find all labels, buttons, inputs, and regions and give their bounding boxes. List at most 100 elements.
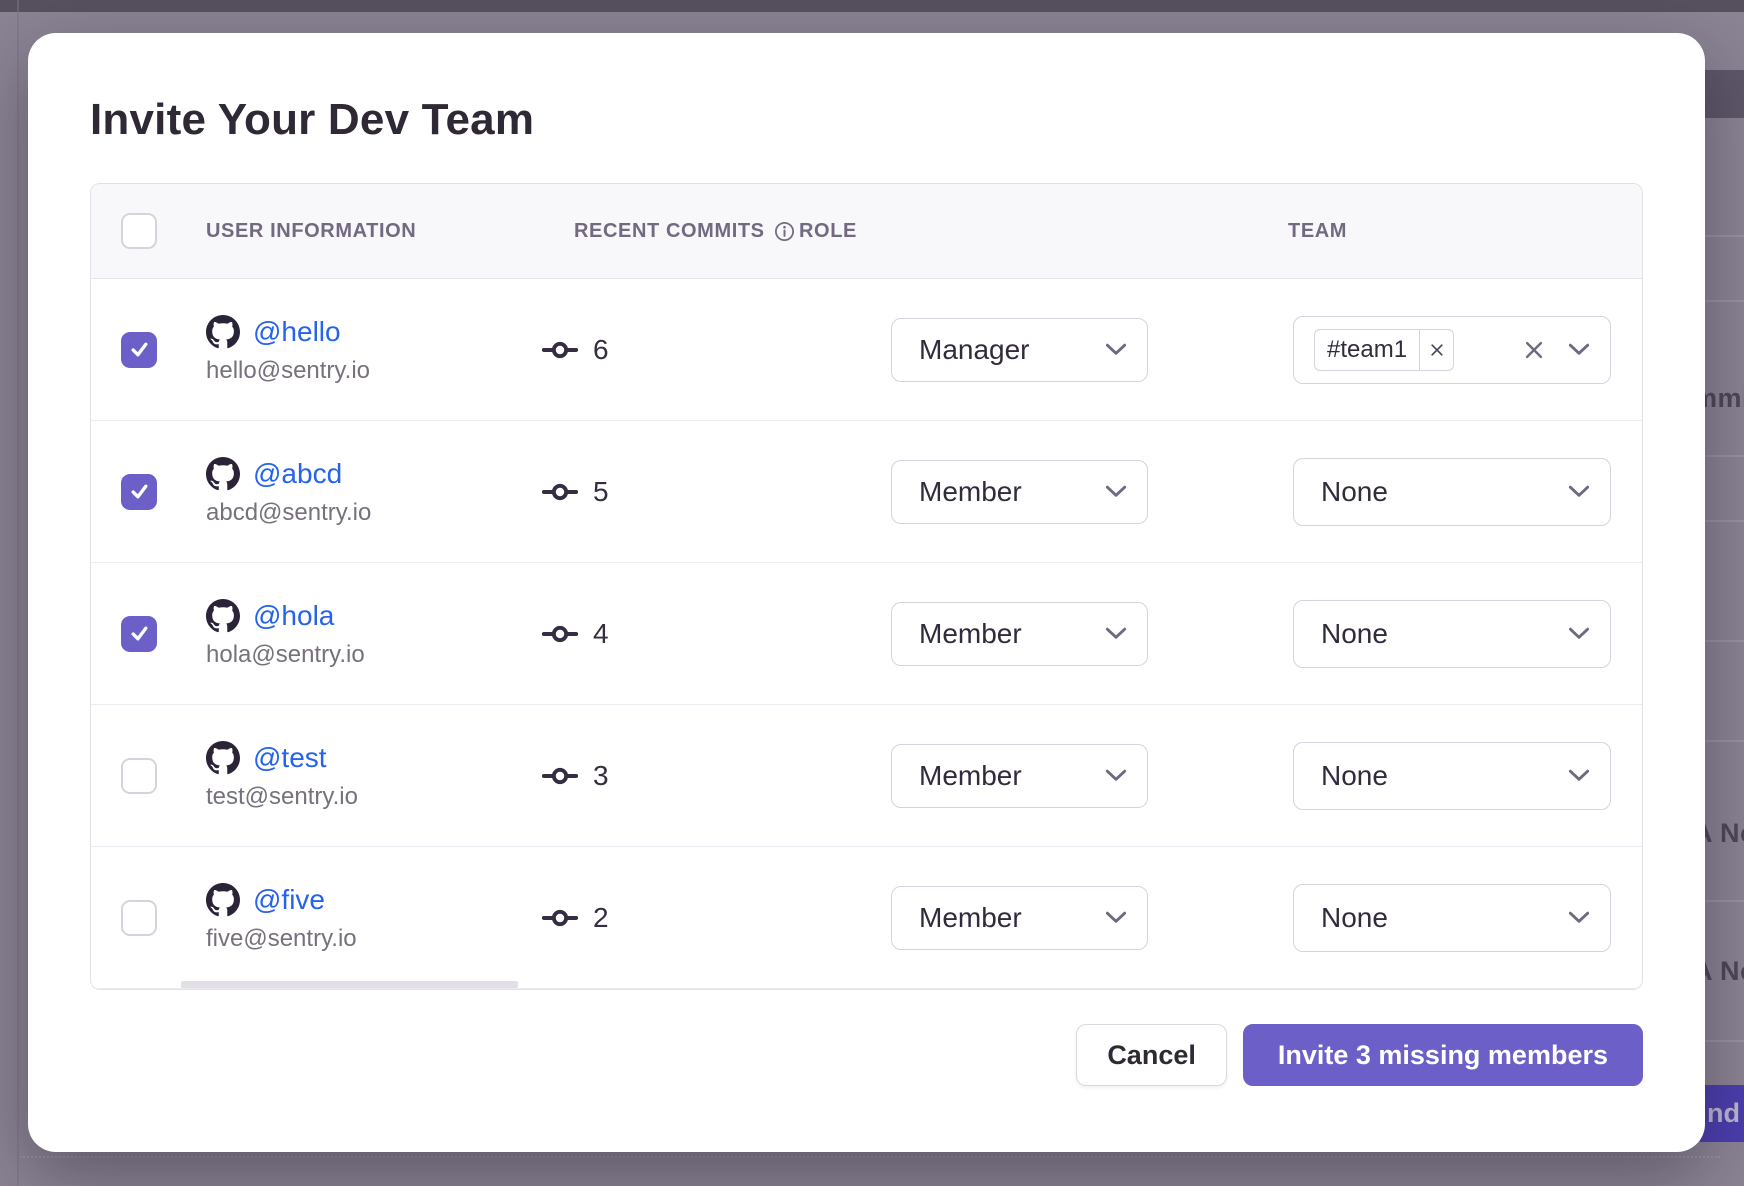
chevron-down-icon xyxy=(1568,769,1590,782)
github-username-link[interactable]: @five xyxy=(253,884,325,916)
column-header-user-information: USER INFORMATION xyxy=(206,220,574,243)
commit-count: 5 xyxy=(593,476,609,508)
github-icon xyxy=(206,599,240,633)
user-info-cell: @test test@sentry.io xyxy=(206,741,542,811)
table-row: @abcd abcd@sentry.io 5 Member None xyxy=(91,421,1642,563)
user-email: five@sentry.io xyxy=(206,925,542,953)
github-username-link[interactable]: @abcd xyxy=(253,458,342,490)
row-checkbox[interactable] xyxy=(121,758,157,794)
chevron-down-icon xyxy=(1105,627,1127,640)
table-row: @five five@sentry.io 2 Member None xyxy=(91,847,1642,989)
git-commit-icon xyxy=(542,474,578,510)
check-icon xyxy=(129,339,150,360)
screen: mmit A No A No nd Invite Your Dev Team U… xyxy=(0,0,1744,1186)
user-info-cell: @hola hola@sentry.io xyxy=(206,599,542,669)
cancel-button[interactable]: Cancel xyxy=(1076,1024,1227,1086)
column-header-recent-commits: RECENT COMMITS xyxy=(574,220,799,243)
close-icon xyxy=(1430,343,1444,357)
column-header-role: ROLE xyxy=(799,220,1288,243)
check-icon xyxy=(129,481,150,502)
chevron-down-icon xyxy=(1105,485,1127,498)
background-top-bar xyxy=(0,0,1744,12)
modal-footer: Cancel Invite 3 missing members xyxy=(90,1024,1643,1086)
modal-title: Invite Your Dev Team xyxy=(90,95,1643,145)
user-email: abcd@sentry.io xyxy=(206,499,542,527)
user-info-cell: @abcd abcd@sentry.io xyxy=(206,457,542,527)
commits-cell: 3 xyxy=(542,758,889,794)
table-header-row: USER INFORMATION RECENT COMMITS ROLE TEA… xyxy=(91,184,1642,279)
role-select[interactable]: Member xyxy=(891,744,1148,808)
table-row: @hola hola@sentry.io 4 Member None xyxy=(91,563,1642,705)
commits-cell: 4 xyxy=(542,616,889,652)
invite-members-button[interactable]: Invite 3 missing members xyxy=(1243,1024,1643,1086)
team-select[interactable]: None xyxy=(1293,742,1611,810)
row-checkbox[interactable] xyxy=(121,616,157,652)
team-tag-label: #team1 xyxy=(1315,336,1419,364)
role-select[interactable]: Member xyxy=(891,886,1148,950)
role-value: Member xyxy=(919,476,1022,508)
chevron-down-icon xyxy=(1568,343,1590,356)
user-info-cell: @hello hello@sentry.io xyxy=(206,315,542,385)
team-select[interactable]: None xyxy=(1293,884,1611,952)
user-info-cell: @five five@sentry.io xyxy=(206,883,542,953)
role-value: Member xyxy=(919,760,1022,792)
team-value: None xyxy=(1321,476,1388,508)
role-select[interactable]: Member xyxy=(891,460,1148,524)
clear-team-icon[interactable] xyxy=(1524,340,1544,360)
git-commit-icon xyxy=(542,758,578,794)
commit-count: 2 xyxy=(593,902,609,934)
info-icon[interactable] xyxy=(774,221,795,242)
user-email: hello@sentry.io xyxy=(206,357,542,385)
github-icon xyxy=(206,883,240,917)
commits-cell: 2 xyxy=(542,900,889,936)
chevron-down-icon xyxy=(1105,911,1127,924)
team-value: None xyxy=(1321,902,1388,934)
table-row: @hello hello@sentry.io 6 Manager xyxy=(91,279,1642,421)
team-select[interactable]: None xyxy=(1293,458,1611,526)
background-left-border xyxy=(17,0,19,1186)
commits-cell: 6 xyxy=(542,332,889,368)
column-header-label: RECENT COMMITS xyxy=(574,220,765,243)
chevron-down-icon xyxy=(1568,485,1590,498)
column-header-label: USER INFORMATION xyxy=(206,220,416,243)
user-email: test@sentry.io xyxy=(206,783,542,811)
team-multiselect[interactable]: #team1 xyxy=(1293,316,1611,384)
github-username-link[interactable]: @test xyxy=(253,742,327,774)
background-dotted-line xyxy=(20,1156,1720,1158)
github-icon xyxy=(206,741,240,775)
invite-members-table: USER INFORMATION RECENT COMMITS ROLE TEA… xyxy=(90,183,1643,990)
column-header-team: TEAM xyxy=(1288,220,1642,243)
github-username-link[interactable]: @hello xyxy=(253,316,341,348)
user-email: hola@sentry.io xyxy=(206,641,542,669)
git-commit-icon xyxy=(542,332,578,368)
role-select[interactable]: Manager xyxy=(891,318,1148,382)
commits-cell: 5 xyxy=(542,474,889,510)
team-value: None xyxy=(1321,618,1388,650)
row-checkbox[interactable] xyxy=(121,474,157,510)
column-header-label: TEAM xyxy=(1288,220,1347,243)
commit-count: 6 xyxy=(593,334,609,366)
row-checkbox[interactable] xyxy=(121,332,157,368)
team-select[interactable]: None xyxy=(1293,600,1611,668)
check-icon xyxy=(129,623,150,644)
scroll-indicator[interactable] xyxy=(181,981,518,988)
role-value: Member xyxy=(919,618,1022,650)
commit-count: 4 xyxy=(593,618,609,650)
chevron-down-icon xyxy=(1105,343,1127,356)
github-username-link[interactable]: @hola xyxy=(253,600,334,632)
table-row: @test test@sentry.io 3 Member None xyxy=(91,705,1642,847)
role-select[interactable]: Member xyxy=(891,602,1148,666)
git-commit-icon xyxy=(542,900,578,936)
commit-count: 3 xyxy=(593,760,609,792)
background-partial-button: nd xyxy=(1700,1085,1744,1142)
chevron-down-icon xyxy=(1568,627,1590,640)
chevron-down-icon xyxy=(1105,769,1127,782)
select-all-checkbox[interactable] xyxy=(121,213,157,249)
github-icon xyxy=(206,315,240,349)
chevron-down-icon xyxy=(1568,911,1590,924)
role-value: Manager xyxy=(919,334,1030,366)
row-checkbox[interactable] xyxy=(121,900,157,936)
remove-team-tag-button[interactable] xyxy=(1419,329,1453,371)
team-value: None xyxy=(1321,760,1388,792)
git-commit-icon xyxy=(542,616,578,652)
